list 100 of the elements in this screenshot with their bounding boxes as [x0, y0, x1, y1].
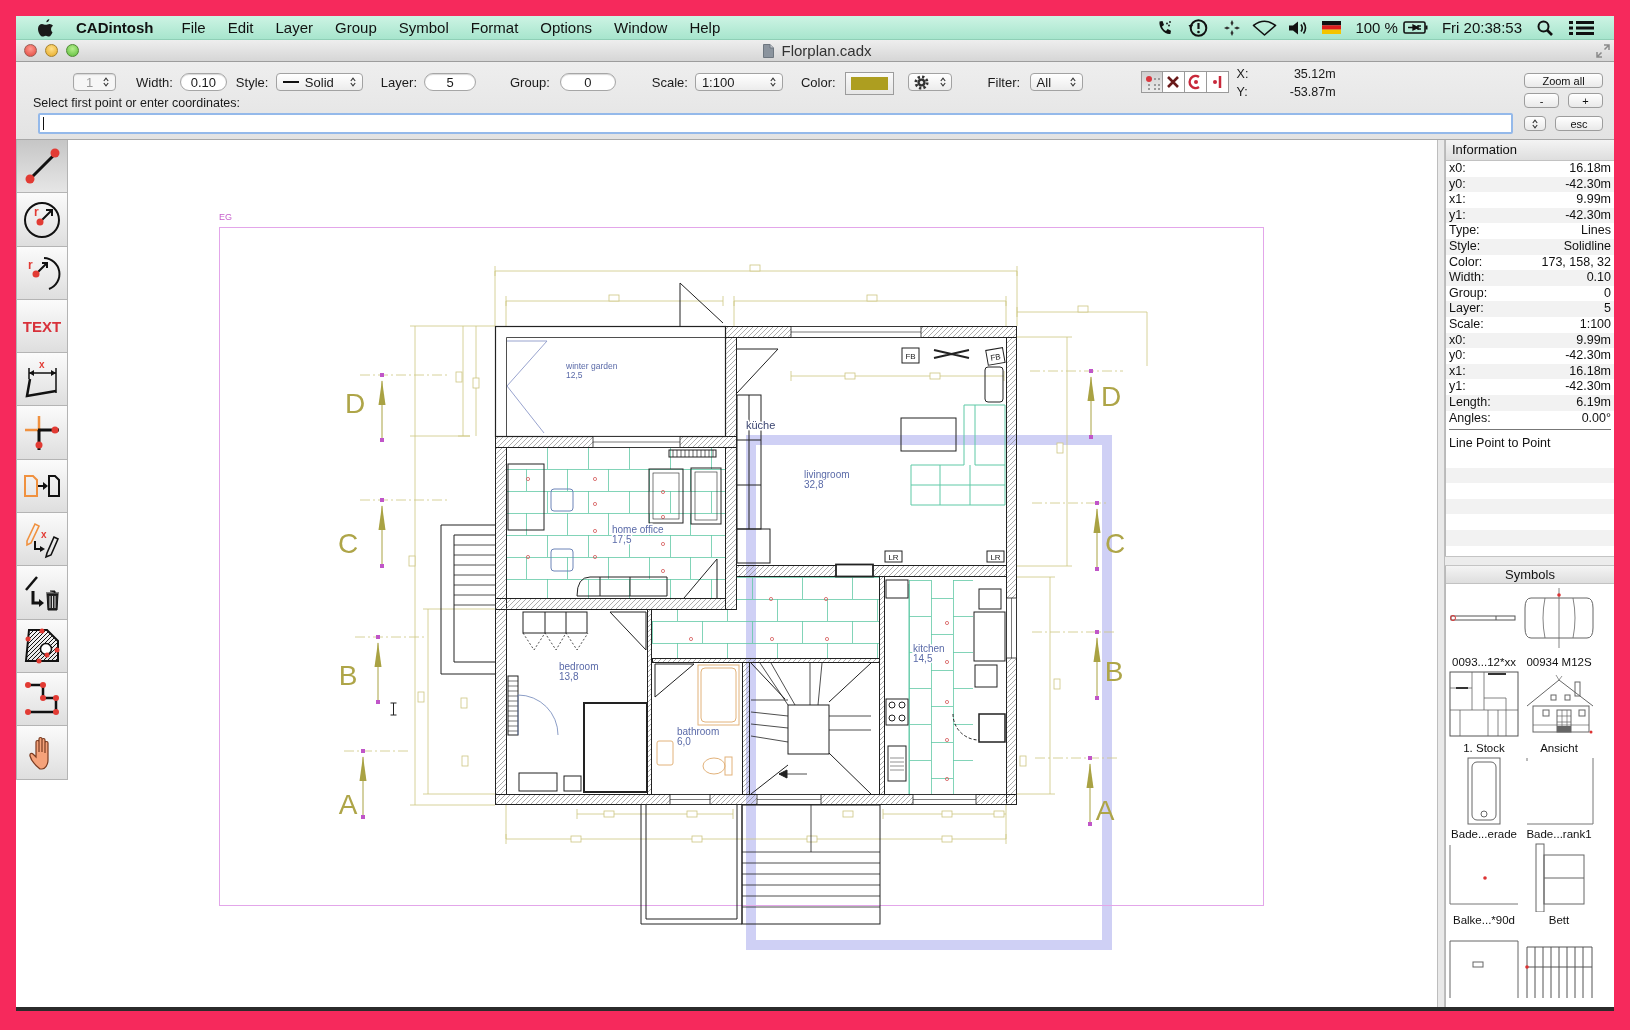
zoom-out-button[interactable]: - [1524, 93, 1559, 108]
search-icon[interactable] [1537, 19, 1553, 36]
speaker-icon[interactable] [1288, 19, 1309, 36]
info-value: 16.18m [1569, 363, 1611, 380]
info-value: 173, 158, 32 [1541, 254, 1611, 271]
tool-button[interactable]: x [16, 513, 68, 567]
line-sample-icon [282, 81, 299, 83]
command-field[interactable] [38, 113, 1513, 134]
updown-arrows-icon [1069, 77, 1076, 87]
section-arrow[interactable] [378, 498, 386, 568]
updown-arrows-icon [1532, 118, 1538, 129]
info-label: x0: [1449, 161, 1466, 177]
info-value: 0.10 [1586, 270, 1611, 286]
snap-button[interactable] [1184, 71, 1207, 93]
menu-clock[interactable]: Fri 20:38:53 [1441, 16, 1522, 39]
sheet-label: EG [219, 212, 232, 222]
section-arrow[interactable] [378, 373, 386, 442]
info-label: Group: [1449, 285, 1488, 302]
section-arrow[interactable] [1093, 501, 1101, 571]
app-menu[interactable]: CADintosh [76, 16, 154, 39]
tool-button[interactable]: r [16, 193, 68, 247]
tool-button[interactable] [16, 672, 68, 727]
menu-item[interactable]: Edit [216, 16, 265, 39]
info-value: -42.30m [1565, 176, 1611, 193]
wifi-icon[interactable] [1252, 19, 1278, 36]
phone-icon[interactable] [1157, 19, 1173, 36]
zoom-all-button[interactable]: Zoom all [1524, 73, 1603, 88]
menu-item[interactable]: Format [459, 16, 530, 39]
clock-alert-icon[interactable] [1188, 17, 1209, 38]
tool-button[interactable] [16, 459, 68, 514]
floor-plan-thumbnail-drawing[interactable] [1448, 670, 1520, 740]
section-arrow[interactable] [1087, 369, 1095, 439]
zoom-button[interactable] [66, 44, 79, 57]
document-icon [763, 43, 775, 58]
section-arrow[interactable] [1093, 630, 1101, 700]
stepper-button[interactable] [1524, 116, 1546, 131]
tool-button[interactable] [16, 406, 68, 460]
section-label: D [1100, 381, 1122, 412]
tool-button[interactable]: r [16, 246, 68, 300]
coordinate-value: -53.87m [1289, 84, 1336, 101]
scale-dropdown[interactable]: 1:100 [694, 73, 783, 91]
room-area: 12,5 [566, 370, 583, 380]
apple-icon[interactable] [37, 17, 55, 38]
battery-icon[interactable] [1402, 21, 1428, 34]
section-label: B [1104, 656, 1124, 687]
menu-item[interactable]: Symbol [387, 16, 460, 39]
zoom-in-button[interactable]: + [1568, 93, 1603, 108]
tool-button[interactable] [16, 566, 68, 620]
circle-radius-icon: r [22, 199, 62, 240]
snap-button[interactable] [1162, 71, 1185, 93]
info-value: 16.18m [1569, 161, 1611, 177]
info-value: -42.30m [1565, 379, 1611, 395]
width-field[interactable]: 0.10 [179, 73, 227, 91]
menu-item[interactable]: Group [324, 16, 388, 39]
menu-item[interactable]: File [170, 16, 217, 39]
color-well-button[interactable] [844, 71, 894, 95]
info-label: Width: [1449, 270, 1485, 286]
style-dropdown[interactable]: Solid [275, 73, 363, 91]
section-arrow[interactable] [1086, 756, 1094, 826]
dot-grid-icon [1143, 74, 1160, 90]
minimize-button[interactable] [45, 44, 58, 57]
menu-item[interactable]: Options [529, 16, 603, 39]
info-value: 9.99m [1576, 192, 1611, 208]
menu-item[interactable]: Window [603, 16, 679, 39]
tool-button[interactable]: x [16, 353, 68, 407]
room-name: bathroom [677, 726, 720, 737]
expand-icon[interactable] [1595, 42, 1611, 59]
command-name: Line Point to Point [1449, 436, 1551, 452]
cross-icon [1165, 74, 1182, 90]
filter-dropdown[interactable]: All [1029, 73, 1083, 91]
tool-button[interactable] [16, 140, 68, 194]
tool-button[interactable] [16, 619, 68, 673]
info-label: Length: [1449, 394, 1491, 411]
info-value: Lines [1581, 223, 1611, 239]
text-tool-button[interactable]: TEXT [16, 299, 68, 354]
esc-button[interactable]: esc [1555, 116, 1603, 131]
section-arrow[interactable] [359, 749, 367, 819]
window-title: Florplan.cadx [781, 42, 872, 59]
info-label: Style: [1449, 238, 1481, 255]
group-field[interactable]: 0 [559, 73, 616, 91]
menu-item[interactable]: Layer [264, 16, 325, 39]
info-value: 1:100 [1579, 316, 1611, 333]
layer-field[interactable]: 5 [424, 73, 476, 91]
symbol-label: Bade...rank1 [1526, 827, 1592, 842]
section-arrow[interactable] [374, 635, 382, 704]
width-label: Width: [136, 74, 173, 90]
battery-percentage: 100 % [1355, 17, 1398, 38]
flag-icon[interactable] [1322, 21, 1342, 34]
info-value: 9.99m [1576, 332, 1611, 349]
list-icon[interactable] [1569, 19, 1594, 36]
snap-button[interactable] [1206, 71, 1229, 93]
color-label: Color: [800, 74, 836, 90]
info-label: x1: [1449, 363, 1466, 380]
room-area: 6,0 [677, 736, 691, 747]
info-label: y1: [1449, 207, 1466, 224]
menu-item[interactable]: Help [678, 16, 732, 39]
symbol-label: Ansicht [1540, 741, 1578, 756]
close-button[interactable] [24, 44, 37, 57]
four-diamonds-icon[interactable] [1224, 19, 1241, 36]
gear-dropdown[interactable] [907, 73, 952, 91]
